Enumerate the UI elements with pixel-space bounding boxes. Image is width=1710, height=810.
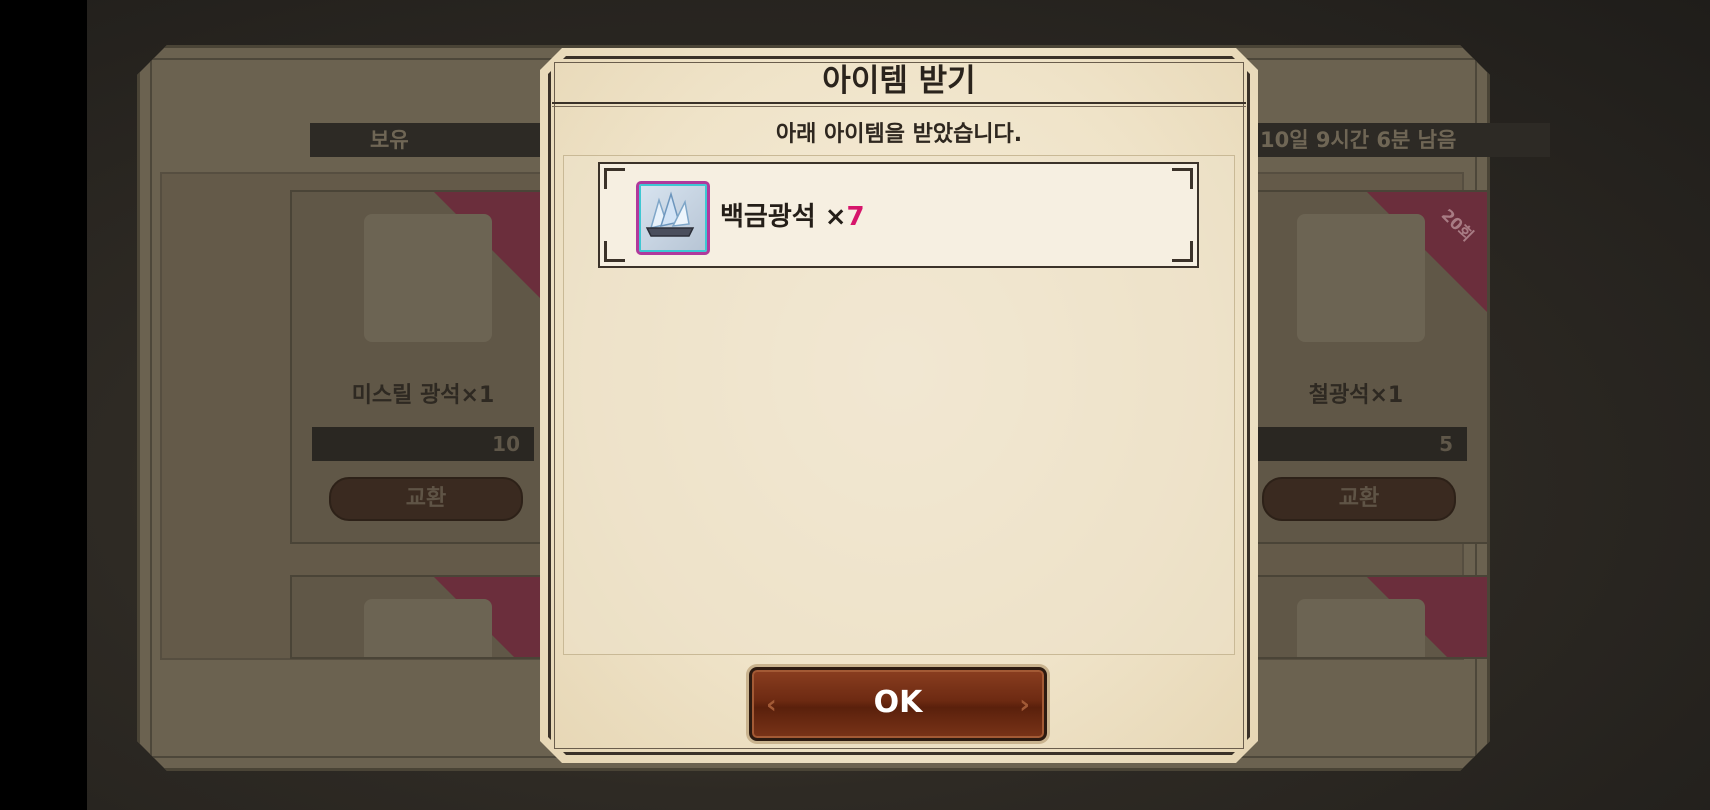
dialog-title: 아이템 받기 — [822, 63, 976, 99]
timer-bar: 10일 9시간 6분 남음 — [1250, 123, 1550, 157]
iron-ore-icon — [1297, 214, 1425, 342]
mithril-ore-icon — [364, 214, 492, 342]
card-name: 철광석×1 — [1308, 383, 1404, 408]
card-price: 10 — [312, 427, 534, 461]
item-name: 백금광석 ×7 — [720, 196, 865, 233]
ok-button[interactable]: ‹ OK › — [749, 667, 1047, 741]
shop-card[interactable]: 20회 철광석×1 5 교환 — [1223, 190, 1489, 544]
exchange-button[interactable]: 교환 — [329, 477, 523, 521]
golden-chalice-icon — [1297, 599, 1425, 657]
shop-card[interactable]: 미스릴 광석×1 10 교환 — [290, 190, 556, 544]
item-icon — [364, 599, 492, 657]
shop-card[interactable] — [290, 575, 556, 659]
card-price: 5 — [1245, 427, 1467, 461]
item-quantity: 7 — [846, 202, 865, 232]
dialog-subtitle: 아래 아이템을 받았습니다. — [775, 122, 1023, 147]
timer-text: 10일 9시간 6분 남음 — [1260, 128, 1457, 152]
reward-item-row: 백금광석 ×7 — [598, 162, 1199, 268]
item-qty-prefix: × — [824, 202, 847, 232]
holding-label: 보유 — [370, 128, 409, 152]
ok-label: OK — [873, 685, 923, 720]
exchange-button[interactable]: 교환 — [1262, 477, 1456, 521]
chevron-right-icon: › — [1019, 690, 1030, 720]
shop-card[interactable] — [1223, 575, 1489, 659]
card-name: 미스릴 광석×1 — [351, 383, 495, 408]
title-divider — [552, 102, 1246, 107]
holding-bar: 보유 — [310, 123, 550, 157]
platinum-ore-icon — [636, 181, 710, 255]
item-name-text: 백금광석 — [720, 202, 816, 232]
chevron-left-icon: ‹ — [766, 690, 777, 720]
